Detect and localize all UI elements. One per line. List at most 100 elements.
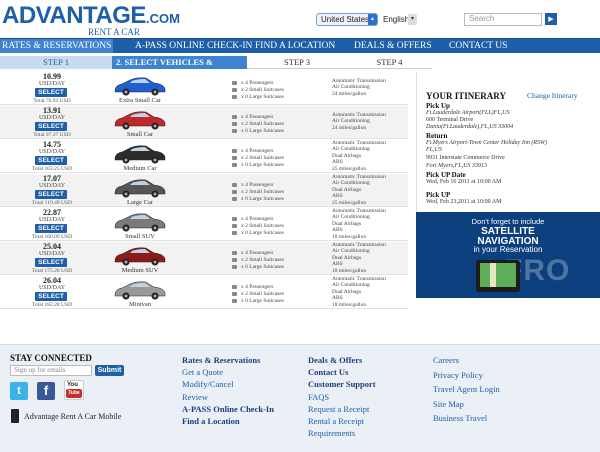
step-1[interactable]: STEP 1: [0, 56, 112, 69]
country-select[interactable]: United States ▴: [316, 13, 378, 26]
footer-link[interactable]: Careers: [433, 355, 459, 365]
nav-deals-offers[interactable]: DEALS & OFFERS: [354, 39, 432, 53]
footer-link[interactable]: FAQS: [308, 392, 329, 402]
select-vehicle-button[interactable]: SELECT: [35, 292, 67, 301]
vehicle-price-unit: USD/DAY: [38, 115, 66, 121]
car-image[interactable]: [112, 245, 168, 267]
select-vehicle-button[interactable]: SELECT: [35, 122, 67, 131]
footer-link[interactable]: Business Travel: [433, 413, 487, 423]
select-vehicle-button[interactable]: SELECT: [35, 156, 67, 165]
vehicle-price-unit: USD/DAY: [38, 217, 66, 223]
car-image[interactable]: [112, 177, 168, 199]
capacity-text: x 2 Small Suitcases: [241, 257, 284, 263]
vehicle-price: 14.75: [43, 140, 61, 149]
submit-button[interactable]: Submit: [95, 365, 124, 376]
search-input[interactable]: Search: [464, 13, 542, 26]
suitcase-icon: [232, 87, 237, 92]
footer-link[interactable]: Site Map: [433, 399, 464, 409]
logo-tagline: RENT A CAR: [88, 27, 140, 37]
select-vehicle-button[interactable]: SELECT: [35, 258, 67, 267]
footer-link[interactable]: Rental a Receipt: [308, 416, 364, 426]
vehicle-class-name: Large Car: [126, 199, 154, 206]
vehicle-class-name: Medium Car: [123, 165, 157, 172]
capacity-text: x 2 Small Suitcases: [241, 223, 284, 229]
nav-rates-reservations[interactable]: RATES & RESERVATIONS: [0, 39, 114, 53]
suitcase-icon: [232, 162, 237, 167]
footer-link[interactable]: Review: [182, 392, 208, 402]
vehicle-price: 22.87: [43, 208, 61, 217]
capacity-item: x 0 Large Suitcases: [232, 298, 322, 305]
footer-link[interactable]: Rates & Reservations: [182, 355, 260, 365]
footer-link[interactable]: Customer Support: [308, 379, 376, 389]
return-line-2: FL,US: [426, 147, 442, 153]
footer-link[interactable]: A-PASS Online Check-In: [182, 404, 274, 414]
vehicle-feature: 18 miles/gallon: [332, 267, 367, 274]
capacity-item: x 2 Small Suitcases: [232, 257, 322, 264]
logo-main-text: ADVANTAGE: [2, 2, 146, 29]
advantage-logo[interactable]: ADVANTAGE.COM RENT A CAR: [2, 2, 180, 38]
capacity-text: x 0 Large Suitcases: [241, 264, 284, 270]
car-image[interactable]: [112, 279, 168, 301]
second-pickup-label: Pick UP: [426, 191, 451, 199]
vehicle-total: Total 160.09 USD: [31, 234, 73, 240]
language-select[interactable]: English ▾: [383, 13, 417, 26]
footer-link[interactable]: Contact Us: [308, 367, 348, 377]
capacity-item: x 4 Passengers: [232, 284, 322, 291]
twitter-icon[interactable]: t: [10, 382, 28, 400]
footer-link[interactable]: Requirements: [308, 428, 355, 438]
vehicle-total: Total 76.93 USD: [33, 98, 71, 104]
capacity-item: x 4 Passengers: [232, 148, 322, 155]
footer-link[interactable]: Deals & Offers: [308, 355, 362, 365]
passenger-icon: [232, 80, 237, 85]
search-button[interactable]: ▶: [545, 13, 557, 25]
footer-link[interactable]: Privacy Policy: [433, 370, 483, 380]
vehicle-total: Total 119.49 USD: [32, 200, 72, 206]
ad-headline: SATELLITE NAVIGATION: [416, 227, 600, 247]
capacity-text: x 2 Small Suitcases: [241, 155, 284, 161]
vehicle-feature: 18 miles/gallon: [332, 233, 367, 240]
mobile-app-link[interactable]: Advantage Rent A Car Mobile: [24, 412, 121, 421]
facebook-icon[interactable]: f: [37, 382, 55, 400]
passenger-icon: [232, 148, 237, 153]
vehicle-price: 26.04: [43, 276, 61, 285]
capacity-item: x 4 Passengers: [232, 80, 322, 87]
pickup-date-label: Pick UP Date: [426, 171, 466, 179]
footer-link[interactable]: Find a Location: [182, 416, 240, 426]
nav-apass-checkin[interactable]: A-PASS ONLINE CHECK-IN: [135, 39, 252, 53]
capacity-text: x 0 Large Suitcases: [241, 94, 284, 100]
return-line-1: Ft.Myers Airport-Town Center Holiday Inn…: [426, 140, 547, 146]
car-image[interactable]: [112, 109, 168, 131]
vehicle-row: 22.87 USD/DAY SELECT Total 160.09 USD Small …: [0, 208, 408, 241]
satellite-navigation-ad[interactable]: Don't forget to include SATELLITE NAVIGAT…: [416, 212, 600, 298]
vehicle-row: 13.91 USD/DAY SELECT Total 97.37 USD Small C…: [0, 106, 408, 139]
suitcase-icon: [232, 155, 237, 160]
suitcase-icon: [232, 189, 237, 194]
youtube-icon[interactable]: You Tube: [64, 380, 84, 400]
suitcase-icon: [232, 264, 237, 269]
footer-link[interactable]: Modify/Cancel: [182, 379, 233, 389]
footer-link[interactable]: Get a Quote: [182, 367, 223, 377]
ad-line-1: Don't forget to include: [471, 217, 545, 226]
email-signup-input[interactable]: Sign up for emails: [10, 365, 92, 376]
vehicle-class-name: Small Car: [126, 131, 154, 138]
capacity-item: x 0 Large Suitcases: [232, 230, 322, 237]
vehicle-feature: 18 miles/gallon: [332, 301, 367, 308]
car-image[interactable]: [112, 143, 168, 165]
itinerary-title: YOUR ITINERARY: [426, 91, 506, 101]
car-image[interactable]: [112, 75, 168, 97]
capacity-item: x 2 Small Suitcases: [232, 155, 322, 162]
car-image[interactable]: [112, 211, 168, 233]
change-itinerary-link[interactable]: Change Itinerary: [527, 91, 578, 100]
gps-screen: [480, 263, 516, 287]
vehicle-price-unit: USD/DAY: [38, 149, 66, 155]
select-vehicle-button[interactable]: SELECT: [35, 224, 67, 233]
capacity-item: x 4 Passengers: [232, 216, 322, 223]
nav-find-location[interactable]: FIND A LOCATION: [255, 39, 335, 53]
nav-contact-us[interactable]: CONTACT US: [449, 39, 507, 53]
mobile-phone-icon[interactable]: [11, 409, 19, 423]
footer-link[interactable]: Request a Receipt: [308, 404, 369, 414]
select-vehicle-button[interactable]: SELECT: [35, 190, 67, 199]
footer-link[interactable]: Travel Agent Login: [433, 384, 500, 394]
capacity-text: x 0 Large Suitcases: [241, 298, 284, 304]
select-vehicle-button[interactable]: SELECT: [35, 88, 67, 97]
